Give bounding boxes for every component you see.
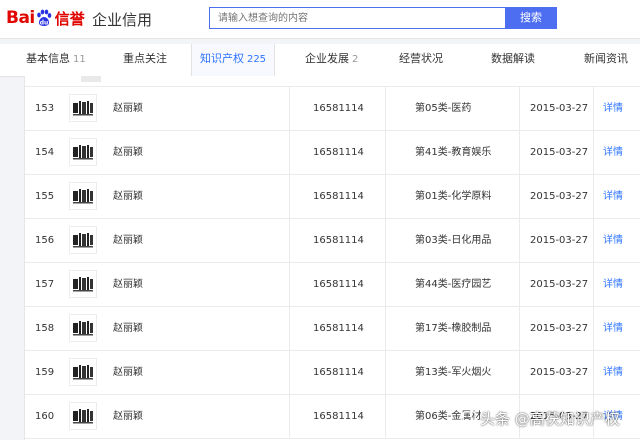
trademark-image[interactable] [69,226,97,254]
trademark-class: 第05类-医药 [415,103,472,114]
trademark-class: 第41类-教育娱乐 [415,147,492,158]
trademark-table: 153 赵丽颖 16581114 第05类-医药 2015-03-27 详情 154 赵丽颖 1… [24,76,640,440]
application-date: 2015-03-27 [530,323,589,334]
details-link[interactable]: 详情 [603,263,623,306]
table-row: 153 赵丽颖 16581114 第05类-医药 2015-03-27 详情 [25,87,640,131]
tab-news[interactable]: 新闻资讯 [584,44,628,76]
search-button[interactable]: 搜索 [505,7,557,29]
application-date: 2015-03-27 [530,235,589,246]
table-row: 157 赵丽颖 16581114 第44类-医疗园艺 2015-03-27 详情 [25,263,640,307]
row-index: 155 [35,191,55,202]
table-row: 159 赵丽颖 16581114 第13类-军火烟火 2015-03-27 详情 [25,351,640,395]
trademark-image[interactable] [69,182,97,210]
tab-key-focus[interactable]: 重点关注 [123,44,167,76]
tab-data-insights[interactable]: 数据解读 [491,44,535,76]
tab-basic-info[interactable]: 基本信息 11 [26,44,86,76]
baidu-xinyu-logo[interactable]: Bai du 信誉 [6,6,85,30]
search-input[interactable] [209,7,505,29]
details-link[interactable]: 详情 [603,219,623,262]
trademark-image[interactable] [69,314,97,342]
toutiao-logo-icon [462,410,476,429]
trademark-name: 赵丽颖 [113,235,143,246]
table-row: 158 赵丽颖 16581114 第17类-橡胶制品 2015-03-27 详情 [25,307,640,351]
table-row: 154 赵丽颖 16581114 第41类-教育娱乐 2015-03-27 详情 [25,131,640,175]
details-link[interactable]: 详情 [603,307,623,350]
trademark-name: 赵丽颖 [113,323,143,334]
table-row: 155 赵丽颖 16581114 第01类-化学原料 2015-03-27 详情 [25,175,640,219]
row-index: 156 [35,235,55,246]
trademark-name: 赵丽颖 [113,147,143,158]
trademark-name: 赵丽颖 [113,279,143,290]
trademark-class: 第01类-化学原料 [415,191,492,202]
top-header: Baidu信誉 企业信用 搜索 [0,0,640,39]
registration-number: 16581114 [313,147,364,158]
trademark-image[interactable] [69,358,97,386]
registration-number: 16581114 [313,279,364,290]
registration-number: 16581114 [313,103,364,114]
details-link[interactable]: 详情 [603,131,623,174]
trademark-name: 赵丽颖 [113,411,143,422]
row-index: 159 [35,367,55,378]
trademark-image[interactable] [69,270,97,298]
row-index: 158 [35,323,55,334]
tab-intellectual-property[interactable]: 知识产权 225 [191,44,275,76]
trademark-class: 第44类-医疗园艺 [415,279,492,290]
trademark-name: 赵丽颖 [113,191,143,202]
application-date: 2015-03-27 [530,191,589,202]
trademark-image[interactable] [69,138,97,166]
details-link[interactable]: 详情 [603,351,623,394]
registration-number: 16581114 [313,411,364,422]
tab-operations[interactable]: 经营状况 [399,44,443,76]
trademark-image[interactable] [69,402,97,430]
section-tabs: 基本信息 11 重点关注 知识产权 225 企业发展 2 经营状况 数据解读 新闻资讯 [0,44,640,77]
application-date: 2015-03-27 [530,367,589,378]
trademark-name: 赵丽颖 [113,103,143,114]
row-index: 153 [35,103,55,114]
brand-subtitle: 企业信用 [92,11,153,29]
registration-number: 16581114 [313,235,364,246]
trademark-class: 第13类-军火烟火 [415,367,492,378]
row-index: 160 [35,411,55,422]
application-date: 2015-03-27 [530,103,589,114]
registration-number: 16581114 [313,367,364,378]
application-date: 2015-03-27 [530,279,589,290]
registration-number: 16581114 [313,191,364,202]
row-index: 157 [35,279,55,290]
svg-text:du: du [39,20,48,27]
application-date: 2015-03-27 [530,147,589,158]
table-row: 156 赵丽颖 16581114 第03类-日化用品 2015-03-27 详情 [25,219,640,263]
table-row-partial [25,76,640,87]
tab-development[interactable]: 企业发展 2 [305,44,358,76]
paw-icon: du [36,9,52,27]
details-link[interactable]: 详情 [603,87,623,130]
trademark-class: 第03类-日化用品 [415,235,492,246]
details-link[interactable]: 详情 [603,175,623,218]
trademark-name: 赵丽颖 [113,367,143,378]
watermark: 头条 @高茯知识产权 [462,408,620,429]
trademark-class: 第17类-橡胶制品 [415,323,492,334]
registration-number: 16581114 [313,323,364,334]
row-index: 154 [35,147,55,158]
trademark-image[interactable] [69,94,97,122]
